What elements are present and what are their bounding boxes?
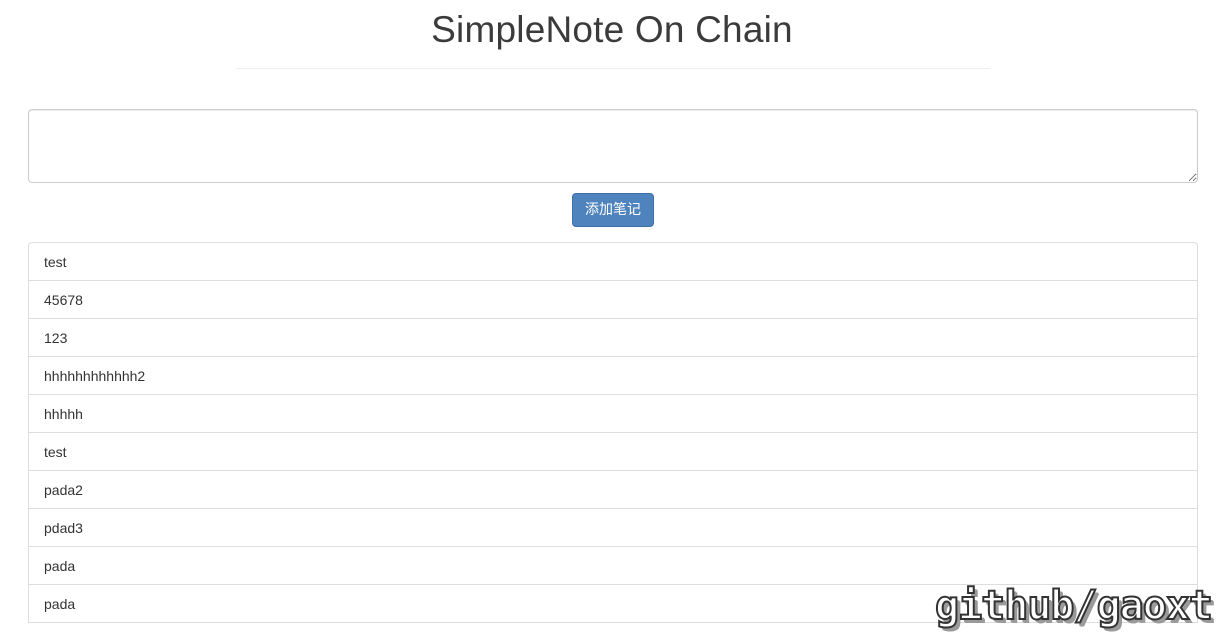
add-note-button[interactable]: 添加笔记 (572, 193, 654, 227)
list-item[interactable]: test (28, 432, 1198, 471)
list-item[interactable]: pada (28, 546, 1198, 585)
title-divider (236, 68, 990, 69)
list-item[interactable]: pada (28, 584, 1198, 623)
note-textarea[interactable] (28, 109, 1198, 183)
list-item[interactable]: 45678 (28, 280, 1198, 319)
page-title: SimpleNote On Chain (431, 9, 793, 50)
page: SimpleNote On Chain 添加笔记 test 45678 123 … (0, 0, 1224, 634)
list-item[interactable]: hhhhh (28, 394, 1198, 433)
list-item[interactable]: 123 (28, 318, 1198, 357)
notes-list: test 45678 123 hhhhhhhhhhhh2 hhhhh test … (28, 242, 1198, 623)
list-item[interactable]: pdad3 (28, 508, 1198, 547)
list-item[interactable]: hhhhhhhhhhhh2 (28, 356, 1198, 395)
list-item[interactable]: pada2 (28, 470, 1198, 509)
list-item[interactable]: test (28, 242, 1198, 281)
